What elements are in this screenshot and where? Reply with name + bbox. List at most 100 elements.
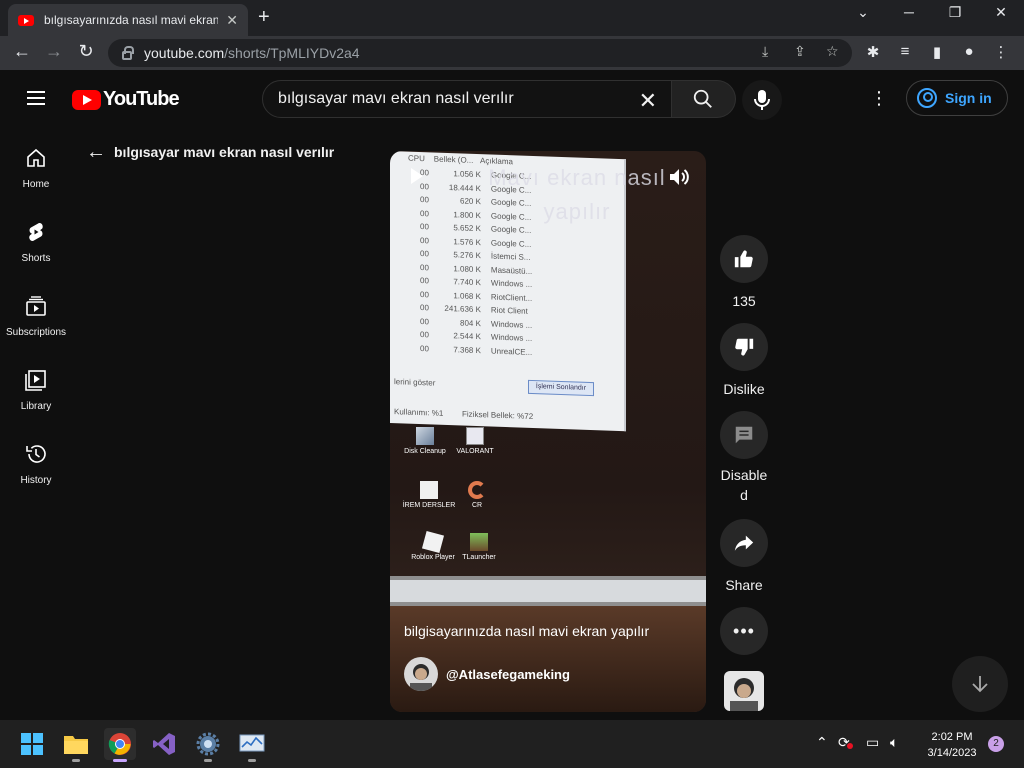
sidebar-item-subscriptions[interactable]: Subscriptions [0, 274, 72, 348]
next-video-button[interactable] [952, 656, 1008, 712]
taskbar-settings[interactable] [192, 728, 224, 762]
account-icon [917, 88, 937, 108]
sidebar-item-history[interactable]: History [0, 422, 72, 496]
sidebar-item-label: Subscriptions [5, 327, 67, 338]
search-input[interactable]: bılgısayar mavı ekran nasıl verılır ✕ [262, 80, 672, 118]
sign-in-button[interactable]: Sign in [906, 80, 1008, 116]
sidebar-item-home[interactable]: Home [0, 126, 72, 200]
windows-taskbar: ⌃ ⟳ ▭ 🔈︎ 2:02 PM 3/14/2023 [0, 720, 1024, 768]
like-button[interactable]: 135 [720, 235, 768, 311]
like-count: 135 [732, 293, 756, 309]
taskbar-file-explorer[interactable] [60, 728, 92, 762]
start-button[interactable] [16, 728, 48, 760]
taskbar-visual-studio[interactable] [148, 728, 180, 760]
sidebar-item-label: Library [20, 401, 52, 412]
cpu-usage-label: Kullanımı: %1 [394, 407, 444, 418]
volume-icon[interactable] [668, 167, 690, 187]
share-page-icon[interactable]: ⇪ [794, 43, 806, 60]
url-path: /shorts/TpMLIYDv2a4 [224, 45, 360, 61]
performance-chart-icon [239, 734, 265, 752]
maximize-button[interactable]: ❐ [940, 4, 970, 21]
sound-thumbnail[interactable] [724, 671, 764, 711]
memory-usage-label: Fiziksel Bellek: %72 [462, 409, 534, 421]
video-caption[interactable]: bilgisayarınızda nasıl mavi ekran yapılı… [404, 623, 649, 639]
close-window-button[interactable]: ✕ [986, 4, 1016, 21]
comments-label: Disable d [720, 467, 768, 503]
tab-search-icon[interactable]: ⌄ [848, 4, 878, 21]
sync-status-icon[interactable]: ⟳ [838, 734, 853, 751]
microphone-icon [754, 90, 770, 110]
comments-button[interactable]: Disable d [720, 411, 768, 505]
share-icon [734, 535, 754, 551]
youtube-header: YouTube bılgısayar mavı ekran nasıl verı… [0, 70, 1024, 126]
channel-avatar[interactable] [404, 657, 438, 691]
install-app-icon[interactable]: ⤓ [762, 43, 768, 60]
video-overlay-text: Mavı ekran nasıl yapılır [488, 165, 666, 224]
play-pause-icon[interactable] [410, 167, 424, 185]
bookmark-star-icon[interactable]: ☆ [826, 43, 839, 60]
settings-kebab-icon[interactable]: ⋮ [870, 88, 888, 109]
voice-search-button[interactable] [742, 80, 782, 120]
chrome-menu-icon[interactable]: ⋮ [990, 43, 1012, 61]
taskbar-performance-monitor[interactable] [236, 728, 268, 762]
folder-icon [64, 736, 88, 754]
tab-title: bılgısayarınızda nasıl mavi ekran [44, 13, 219, 27]
new-tab-button[interactable]: + [258, 6, 270, 29]
profile-icon[interactable]: ● [958, 43, 980, 60]
share-button[interactable]: Share [720, 519, 768, 595]
sidebar-item-label: History [20, 475, 52, 486]
thumbs-down-icon [735, 338, 754, 356]
address-bar[interactable]: youtube.com/shorts/TpMLIYDv2a4 [108, 39, 852, 67]
browser-tab[interactable]: bılgısayarınızda nasıl mavi ekran ✕ [8, 4, 248, 36]
shorts-video-player[interactable]: CPU Bellek (O... Açıklama 00 1.056 K Googl… [390, 151, 706, 712]
youtube-play-icon [72, 89, 101, 110]
dislike-label: Dislike [723, 381, 765, 397]
dislike-button[interactable]: Dislike [720, 323, 768, 399]
show-hidden-icons-chevron-icon[interactable]: ⌃ [816, 734, 828, 751]
sidebar-item-shorts[interactable]: Shorts [0, 200, 72, 274]
back-link-title: bılgısayar mavı ekran nasıl verılır [114, 144, 335, 160]
channel-name: @Atlasefegameking [446, 666, 570, 682]
back-to-search-link[interactable]: ← bılgısayar mavı ekran nasıl verılır [86, 142, 335, 162]
settings-gear-icon [196, 732, 220, 756]
lock-icon [122, 45, 134, 60]
network-icon[interactable]: ▭ [866, 734, 879, 751]
minimize-button[interactable]: ─ [894, 4, 924, 20]
task-row: 00 1.080 K Masaüstü... [420, 262, 533, 276]
desktop-icon-tlauncher: TLauncher [450, 533, 508, 561]
youtube-wordmark: YouTube [103, 88, 180, 110]
subscriptions-icon [26, 296, 46, 316]
reload-icon[interactable]: ↻ [74, 41, 98, 62]
task-row: 00 1.576 K Google C... [420, 235, 532, 249]
taskbar-chrome[interactable] [104, 728, 136, 762]
back-arrow-icon[interactable]: ← [10, 41, 34, 62]
channel-link[interactable]: @Atlasefegameking [404, 657, 570, 691]
task-row: 00 7.740 K Windows ... [420, 276, 533, 289]
sidebar-item-library[interactable]: Library [0, 348, 72, 422]
task-row: 00 2.544 K Windows ... [420, 330, 533, 343]
home-icon [27, 148, 45, 167]
extensions-icon[interactable]: ✱ [862, 43, 884, 61]
task-row: 00 1.068 K RiotClient... [420, 289, 533, 303]
reading-list-icon[interactable]: ≡ [894, 43, 916, 60]
side-panel-icon[interactable]: ▮ [926, 43, 948, 61]
menu-icon[interactable] [27, 91, 45, 105]
search-button[interactable] [672, 80, 736, 118]
notification-badge[interactable]: 2 [988, 736, 1004, 752]
clear-search-icon[interactable]: ✕ [639, 88, 657, 114]
system-clock[interactable]: 2:02 PM 3/14/2023 [920, 729, 984, 761]
forward-arrow-icon[interactable]: → [42, 41, 66, 62]
chrome-icon [108, 733, 131, 755]
arrow-down-icon [972, 676, 988, 693]
sign-in-label: Sign in [945, 90, 992, 106]
sidebar-item-label: Home [22, 179, 50, 190]
desktop-icon-valorant: VALORANT [446, 427, 504, 455]
tab-close-icon[interactable]: ✕ [226, 12, 238, 29]
video-monitor-taskbar [390, 576, 706, 606]
browser-toolbar: ← → ↻ youtube.com/shorts/TpMLIYDv2a4 ⤓ ⇪… [0, 36, 1024, 70]
more-horizontal-icon: ••• [733, 620, 755, 641]
youtube-logo[interactable]: YouTube [72, 88, 180, 111]
thumbs-up-icon [734, 250, 753, 268]
speaker-icon[interactable]: 🔈︎ [890, 734, 898, 751]
more-actions-button[interactable]: ••• [720, 607, 768, 655]
